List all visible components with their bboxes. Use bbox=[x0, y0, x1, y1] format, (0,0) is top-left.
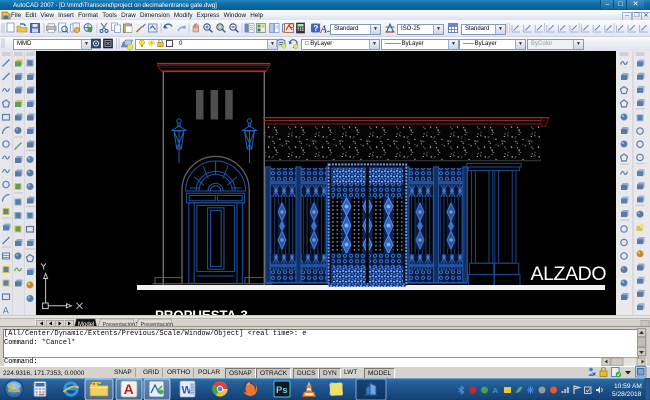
svg-text:?: ? bbox=[313, 23, 318, 33]
svg-text:A: A bbox=[3, 306, 9, 316]
svg-text:A: A bbox=[124, 381, 134, 397]
svg-text:5/28/2018: 5/28/2018 bbox=[612, 391, 642, 398]
svg-text:ALZADO: ALZADO bbox=[531, 263, 607, 285]
svg-text:10:59 AM: 10:59 AM bbox=[614, 383, 642, 390]
svg-text:Ps: Ps bbox=[276, 385, 288, 396]
svg-text:A: A bbox=[493, 386, 499, 395]
svg-text:PROPUESTA-3: PROPUESTA-3 bbox=[155, 308, 248, 316]
svg-text:A: A bbox=[320, 25, 328, 36]
